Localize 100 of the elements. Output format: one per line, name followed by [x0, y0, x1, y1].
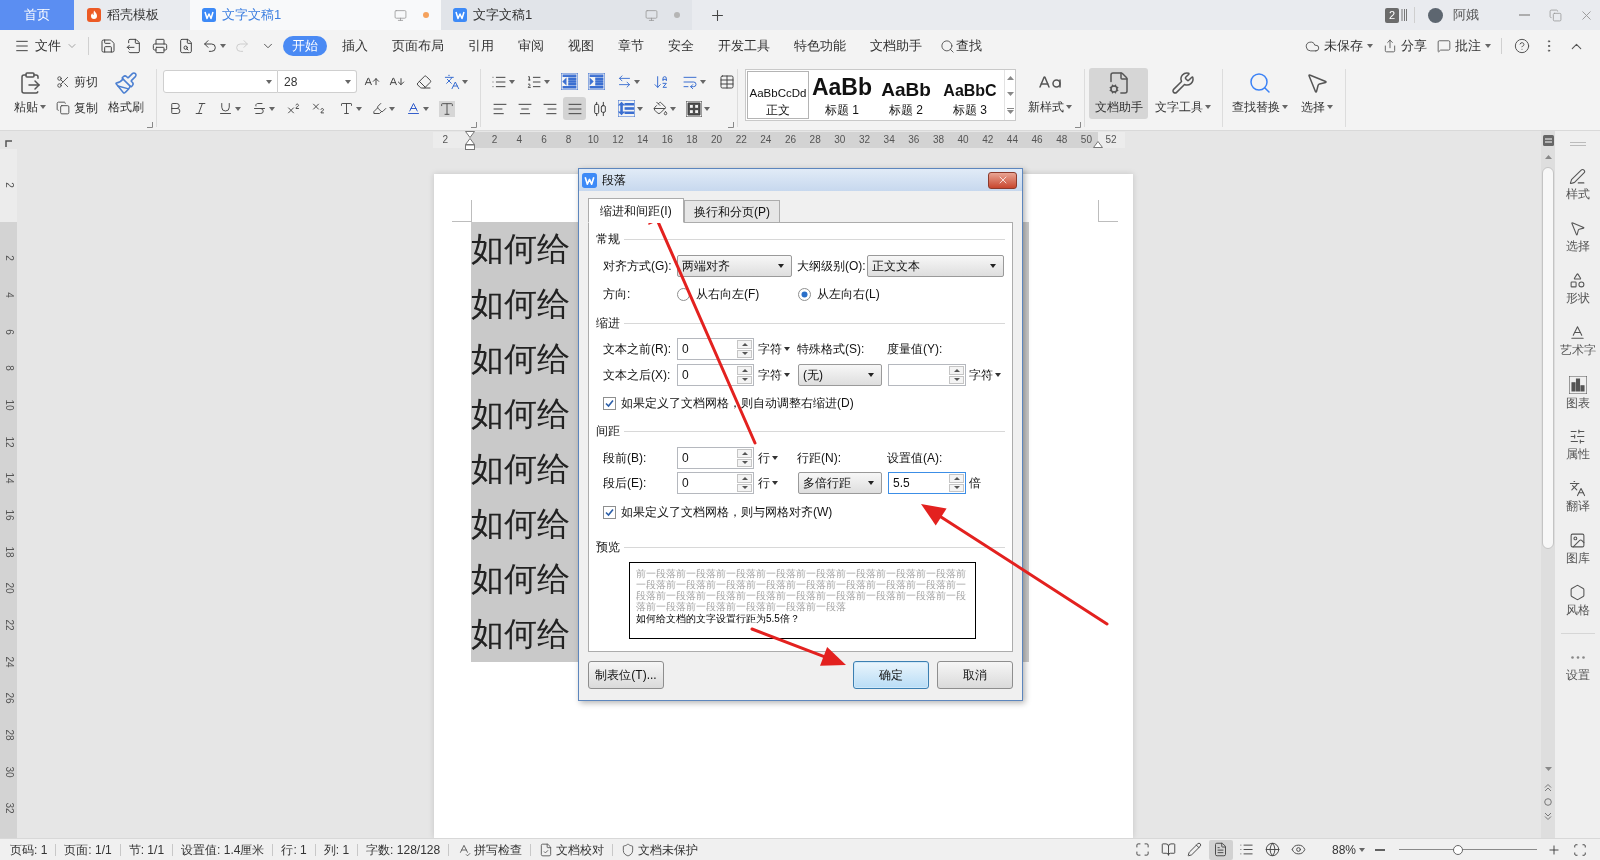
document-tab[interactable]: 文字文稿1 [441, 0, 692, 30]
line-spacing-button[interactable] [615, 97, 645, 120]
spin-down-button[interactable] [737, 458, 752, 467]
launcher-icon[interactable] [1075, 122, 1081, 128]
launcher-icon[interactable] [147, 122, 153, 128]
scroll-down-icon[interactable] [1006, 92, 1014, 96]
spin-up-button[interactable] [949, 474, 964, 483]
ribbon-tab[interactable]: 插入 [333, 36, 377, 56]
sidebar-item[interactable]: 艺术字 [1555, 322, 1600, 374]
radio-button[interactable] [677, 287, 690, 301]
number-field[interactable]: 0 [677, 364, 754, 386]
fullscreen-button[interactable] [1573, 842, 1587, 857]
style-option[interactable]: AaBb 标题 2 [875, 71, 937, 119]
cut-button[interactable]: 剪切 [56, 70, 98, 93]
spin-up-button[interactable] [737, 449, 752, 458]
dialog-tab[interactable]: 缩进和间距(I) [588, 198, 684, 223]
ribbon-tab[interactable]: 特色功能 [785, 36, 855, 56]
search-button[interactable]: 查找 [940, 36, 982, 56]
ribbon-tab[interactable]: 视图 [559, 36, 603, 56]
status-tool-button[interactable]: 拼写检查 [457, 840, 523, 859]
number-field[interactable]: 0 [677, 338, 754, 360]
tool-button[interactable]: 选择 [1297, 68, 1337, 119]
sidebar-item[interactable]: 属性 [1555, 426, 1600, 478]
new-style-button[interactable]: 新样式 [1027, 68, 1073, 119]
align-button[interactable] [563, 97, 586, 120]
special-format-dropdown[interactable]: (无) [798, 364, 882, 386]
checkbox[interactable] [603, 505, 616, 519]
spin-down-button[interactable] [737, 483, 752, 492]
number-field[interactable]: 5.5 [888, 472, 966, 494]
ribbon-tab[interactable]: 章节 [609, 36, 653, 56]
format-painter-button[interactable]: 格式刷 [106, 68, 146, 119]
sidebar-item[interactable]: 样式 [1555, 166, 1600, 218]
spin-down-button[interactable] [949, 375, 964, 384]
sidebar-item[interactable]: 选择 [1555, 218, 1600, 270]
unit-dropdown[interactable]: 字符 [969, 366, 1001, 384]
tab-stop-icon[interactable] [5, 140, 12, 147]
sidebar-item[interactable]: 翻译 [1555, 478, 1600, 530]
status-tool-button[interactable]: 文档校对 [539, 840, 605, 859]
launcher-icon[interactable] [471, 122, 477, 128]
spin-down-button[interactable] [737, 375, 752, 384]
launcher-icon[interactable] [728, 122, 734, 128]
zoom-slider[interactable] [1399, 843, 1537, 856]
previous-page-icon[interactable] [1544, 783, 1552, 792]
status-tool-button[interactable]: 文档未保护 [621, 840, 699, 859]
decrease-indent-button[interactable] [558, 70, 580, 93]
tool-button[interactable]: 查找替换 [1230, 68, 1290, 119]
number-field[interactable]: 0 [677, 472, 754, 494]
radio-button[interactable] [798, 287, 811, 301]
outline-level-dropdown[interactable]: 正文文本 [867, 255, 1004, 277]
unit-dropdown[interactable]: 字符 [758, 366, 797, 384]
increase-indent-button[interactable] [585, 70, 607, 93]
ribbon-tab[interactable]: 安全 [659, 36, 703, 56]
paste-button[interactable]: 粘贴 [12, 68, 48, 119]
unit-dropdown[interactable]: 行 [758, 474, 797, 492]
checkbox[interactable] [603, 396, 616, 410]
scroll-up-icon[interactable] [1006, 76, 1014, 80]
scrollbar-thumb[interactable] [1542, 167, 1554, 549]
header-action[interactable]: 未保存 [1305, 35, 1373, 57]
alignment-dropdown[interactable]: 两端对齐 [677, 255, 792, 277]
tool-button[interactable]: 文字工具 [1153, 68, 1212, 119]
sidebar-item[interactable]: 形状 [1555, 270, 1600, 322]
font-name-field[interactable] [163, 70, 278, 93]
scroll-up-icon[interactable] [1544, 155, 1552, 159]
number-field[interactable] [888, 364, 966, 386]
dialog-button[interactable]: 确定 [853, 661, 929, 689]
dialog-tab[interactable]: 换行和分页(P) [684, 200, 780, 223]
dialog-button[interactable]: 取消 [937, 661, 1013, 689]
spin-up-button[interactable] [737, 474, 752, 483]
file-menu[interactable]: 文件 [14, 34, 78, 58]
line-spacing-dropdown[interactable]: 多倍行距 [798, 472, 882, 494]
style-option[interactable]: AaBb 标题 1 [811, 71, 873, 119]
view-mode-button[interactable] [1208, 839, 1233, 860]
copy-button[interactable]: 复制 [56, 96, 98, 119]
header-action[interactable]: 批注 [1437, 35, 1491, 57]
slider-thumb[interactable] [1453, 844, 1464, 855]
sidebar-item[interactable]: 设置 [1555, 647, 1600, 699]
spin-up-button[interactable] [949, 366, 964, 375]
ribbon-tab[interactable]: 文档助手 [861, 36, 931, 56]
tool-button[interactable]: 文档助手 [1089, 68, 1148, 119]
sidebar-item[interactable]: 图库 [1555, 530, 1600, 582]
spin-up-button[interactable] [737, 340, 752, 349]
ruler-toggle-icon[interactable] [1542, 135, 1554, 146]
scroll-down-icon[interactable] [1544, 767, 1552, 771]
dialog-button[interactable]: 制表位(T)... [588, 661, 664, 689]
ribbon-tab[interactable]: 页面布局 [383, 36, 453, 56]
dialog-close-button[interactable] [988, 171, 1017, 189]
right-indent-marker-icon[interactable] [1093, 141, 1103, 148]
number-field[interactable]: 0 [677, 447, 754, 469]
ribbon-tab[interactable]: 审阅 [509, 36, 553, 56]
header-action[interactable]: 分享 [1383, 35, 1427, 57]
ribbon-tab[interactable]: 引用 [459, 36, 503, 56]
unit-dropdown[interactable]: 字符 [758, 340, 797, 358]
spin-down-button[interactable] [737, 349, 752, 358]
style-option[interactable]: AaBbCcDd 正文 [747, 71, 809, 119]
expand-icon[interactable] [1006, 108, 1014, 114]
document-tab[interactable]: 文字文稿1 [190, 0, 441, 30]
unit-dropdown[interactable]: 行 [758, 449, 797, 467]
next-page-icon[interactable] [1544, 812, 1552, 821]
indent-marker-icon[interactable] [465, 131, 475, 150]
spin-down-button[interactable] [949, 483, 964, 492]
